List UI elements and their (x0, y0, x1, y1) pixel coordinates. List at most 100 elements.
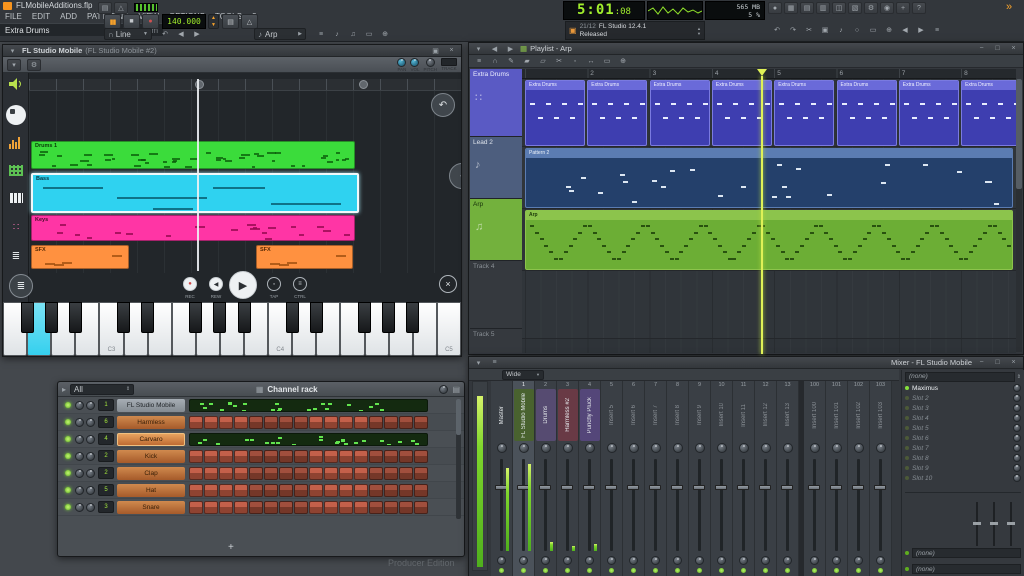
mixer-track-number[interactable]: 6 (98, 416, 114, 428)
step-cell[interactable] (309, 500, 323, 514)
step-cell[interactable] (294, 449, 308, 463)
strip-mute-led[interactable] (719, 568, 724, 573)
close-icon[interactable]: × (445, 46, 458, 55)
eq-fader-thumb[interactable] (1007, 522, 1015, 525)
nav-left-icon[interactable]: ◀ (488, 44, 501, 53)
step-cell[interactable] (324, 466, 338, 480)
fx-bottom-led[interactable] (905, 551, 909, 555)
fader-thumb[interactable] (852, 485, 864, 490)
fx-bottom-led[interactable] (905, 567, 909, 571)
slip-icon[interactable]: ↔ (584, 55, 598, 67)
mixer-icon[interactable]: ◫ (832, 2, 846, 14)
step-cell[interactable] (264, 466, 278, 480)
step-cell[interactable] (369, 500, 383, 514)
step-cell[interactable] (279, 500, 293, 514)
clip-extra-drums[interactable]: Extra Drums (587, 80, 648, 146)
channel-button[interactable]: FL Studio Mobile (117, 398, 185, 412)
channel-volume-knob[interactable] (86, 434, 95, 444)
fx-slot-mix-knob[interactable] (1013, 434, 1021, 442)
playlist-track-header-5[interactable]: Track 5 (470, 329, 522, 353)
play-button[interactable]: ▶ (229, 271, 257, 299)
arrangement-selector[interactable]: ♪ Arp ▶ (254, 28, 306, 40)
step-cell[interactable] (384, 500, 398, 514)
step-cell[interactable] (399, 449, 413, 463)
menu-icon[interactable]: ≡ (930, 24, 944, 36)
step-cell[interactable] (264, 500, 278, 514)
step-cell[interactable] (339, 500, 353, 514)
mixer-strip-4[interactable]: 4 Punchy Pluck (579, 381, 601, 576)
strip-pan-knob[interactable] (738, 443, 749, 453)
fx-slot-led[interactable] (905, 386, 909, 390)
step-cell[interactable] (369, 483, 383, 497)
playhead-marker[interactable] (757, 69, 767, 76)
piano-key-black[interactable] (68, 302, 82, 333)
fx-bottom-slot-2[interactable]: (none) (905, 564, 1021, 574)
strip-pan-knob[interactable] (562, 443, 573, 453)
step-cell[interactable] (294, 466, 308, 480)
fader-thumb[interactable] (605, 485, 617, 490)
cut-icon[interactable]: ✂ (552, 55, 566, 67)
piano-key-black[interactable] (285, 302, 299, 333)
strip-gain-knob[interactable] (629, 556, 638, 565)
record-macro-icon[interactable]: ● (768, 2, 782, 14)
step-cell[interactable] (309, 483, 323, 497)
pattern-preview[interactable] (189, 432, 428, 446)
eq-fader-thumb[interactable] (990, 522, 998, 525)
strip-pan-knob[interactable] (831, 443, 842, 453)
channel-volume-knob[interactable] (86, 451, 95, 461)
strip-pan-knob[interactable] (853, 443, 864, 453)
mixer-view-mode-dropdown[interactable]: Wide ▼ (502, 369, 544, 380)
strip-mute-led[interactable] (609, 568, 614, 573)
current-track-strip[interactable] (472, 381, 488, 571)
playlist-track-header-2[interactable]: Lead 2 ♪ (470, 137, 522, 199)
channel-volume-knob[interactable] (86, 468, 95, 478)
fx-slot-mix-knob[interactable] (1013, 454, 1021, 462)
strip-gain-knob[interactable] (585, 556, 594, 565)
fx-slot-led[interactable] (905, 446, 909, 450)
step-cell[interactable] (354, 449, 368, 463)
step-cell[interactable] (204, 415, 218, 429)
zoom-icon[interactable]: ⊕ (882, 24, 896, 36)
pattern-preview[interactable] (189, 398, 428, 412)
fader-thumb[interactable] (693, 485, 705, 490)
step-cell[interactable] (189, 500, 203, 514)
step-cell[interactable] (399, 415, 413, 429)
fader-thumb[interactable] (539, 485, 551, 490)
playlist-ruler[interactable]: 23456789 (522, 69, 1016, 79)
help-icon[interactable]: ? (912, 2, 926, 14)
channel-enable-led[interactable] (65, 470, 71, 476)
strip-mute-led[interactable] (763, 568, 768, 573)
channel-pan-knob[interactable] (75, 485, 84, 495)
piano-key-black[interactable] (20, 302, 34, 333)
step-cell[interactable] (204, 500, 218, 514)
strip-mute-led[interactable] (631, 568, 636, 573)
clip-arp[interactable]: Arp (525, 210, 1013, 270)
channel-enable-led[interactable] (65, 487, 71, 493)
mixer-strip-12[interactable]: 12 Insert 12 (755, 381, 777, 576)
playlist-lane-2[interactable]: Pattern 2 (522, 147, 1016, 209)
ctrl-button[interactable]: ≡ (293, 277, 307, 291)
step-cell[interactable] (249, 483, 263, 497)
strip-mute-led[interactable] (741, 568, 746, 573)
strip-gain-knob[interactable] (519, 556, 528, 565)
mixer-track-number[interactable]: 2 (98, 450, 114, 462)
play-button[interactable]: ▮▮ (104, 14, 121, 29)
step-cell[interactable] (369, 449, 383, 463)
left-icon[interactable]: ◀ (898, 24, 912, 36)
mixer-strip-6[interactable]: 6 Insert 6 (623, 381, 645, 576)
channel-button[interactable]: Snare (117, 500, 185, 514)
add-channel-button[interactable]: + (228, 542, 234, 553)
undo-button[interactable]: ↶ (431, 93, 455, 117)
mixer-strip-10[interactable]: 10 Insert 10 (711, 381, 733, 576)
mobile-window-titlebar[interactable]: ▾ FL Studio Mobile (FL Studio Mobile #2)… (3, 45, 461, 57)
fader-thumb[interactable] (808, 485, 820, 490)
step-cell[interactable] (249, 415, 263, 429)
close-icon[interactable]: × (1007, 358, 1020, 367)
news-panel[interactable]: ▣ 21/12 FL Studio 12.4.1 Released ▲ ▼ (565, 21, 705, 40)
strip-gain-knob[interactable] (761, 556, 770, 565)
volume-knob[interactable] (410, 57, 420, 67)
channel-enable-led[interactable] (65, 436, 71, 442)
paint-icon[interactable]: ▰ (520, 55, 534, 67)
strip-gain-knob[interactable] (832, 556, 841, 565)
channel-filter-dropdown[interactable]: All ⇕ (70, 383, 135, 395)
